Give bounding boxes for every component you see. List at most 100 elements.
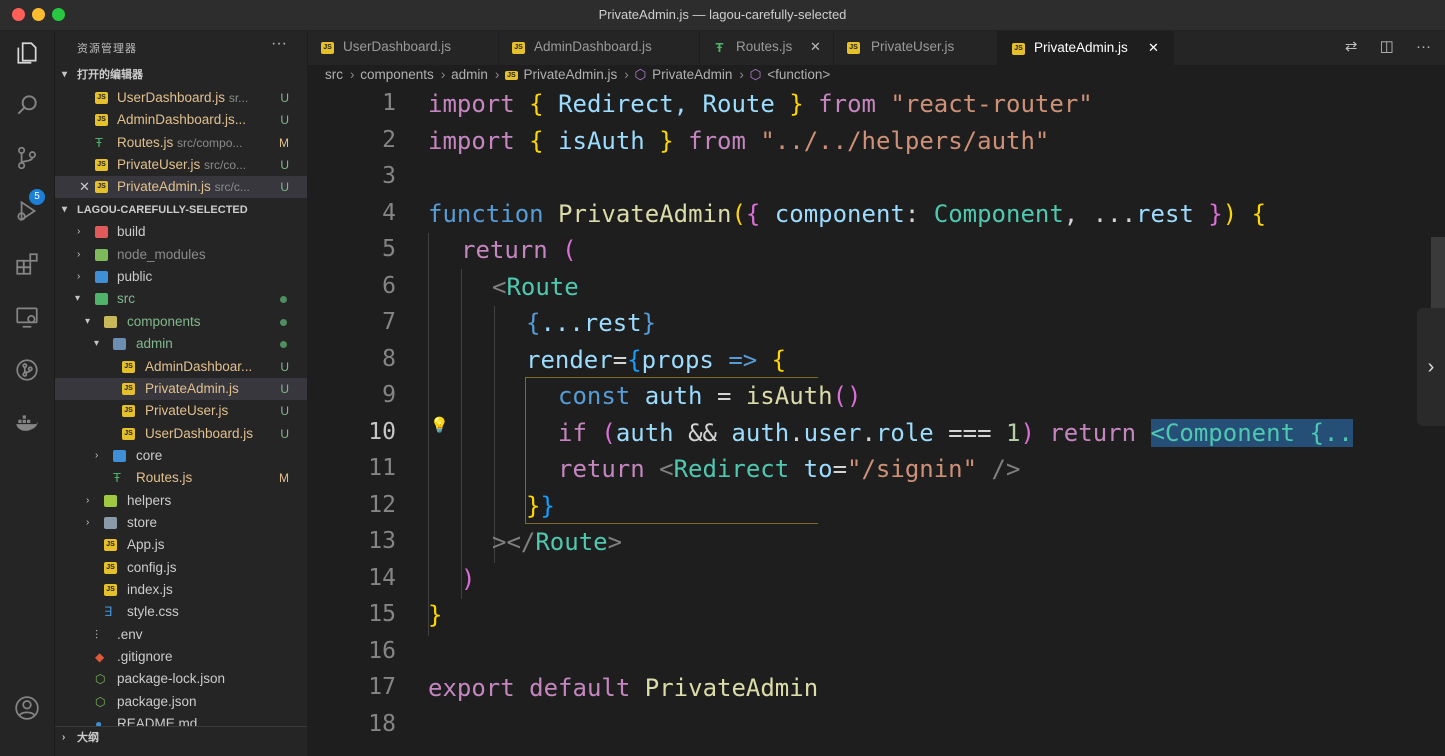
line-number: 5 bbox=[382, 236, 396, 262]
tree-folder-helpers[interactable]: › helpers bbox=[55, 490, 307, 512]
explorer-more-button[interactable]: ··· bbox=[271, 35, 287, 53]
chevron-down-icon: ▾ bbox=[62, 69, 68, 80]
run-debug-icon[interactable] bbox=[13, 197, 41, 225]
tree-folder-build[interactable]: › build bbox=[55, 221, 307, 243]
explorer-header: 资源管理器 bbox=[77, 43, 137, 55]
folder-icon bbox=[95, 293, 108, 305]
breadcrumb-item[interactable]: PrivateAdmin.js bbox=[523, 67, 617, 82]
tree-file[interactable]: JS App.js bbox=[55, 534, 307, 556]
tree-folder-components[interactable]: ▾ components bbox=[55, 311, 307, 333]
js-file-icon: JS bbox=[122, 405, 135, 417]
compare-changes-icon[interactable]: ⇄ bbox=[1345, 38, 1358, 55]
folder-icon bbox=[104, 495, 117, 507]
chevron-right-icon: › bbox=[350, 67, 355, 82]
extensions-icon[interactable] bbox=[13, 250, 41, 278]
modified-dot bbox=[280, 319, 287, 326]
line-number: 6 bbox=[382, 273, 396, 299]
close-icon[interactable]: ✕ bbox=[1148, 32, 1159, 64]
breadcrumb-item[interactable]: PrivateAdmin bbox=[652, 67, 732, 82]
tree-file[interactable]: ⬡ package.json bbox=[55, 691, 307, 713]
project-section[interactable]: ▾ LAGOU-CAREFULLY-SELECTED bbox=[55, 199, 307, 221]
open-editor-item[interactable]: JS UserDashboard.js sr... U bbox=[55, 87, 307, 109]
code-line: export default PrivateAdmin bbox=[428, 674, 819, 702]
tree-file[interactable]: ⫶ .env bbox=[55, 624, 307, 646]
tab-privateuser[interactable]: JS PrivateUser.js bbox=[834, 31, 998, 65]
breadcrumb-item[interactable]: components bbox=[360, 67, 434, 82]
js-file-icon: JS bbox=[512, 42, 525, 54]
js-file-icon: JS bbox=[122, 428, 135, 440]
tab-routes[interactable]: Ŧ Routes.js ✕ bbox=[700, 31, 834, 65]
close-icon[interactable]: ✕ bbox=[79, 176, 90, 198]
open-editor-item[interactable]: JS AdminDashboard.js... U bbox=[55, 109, 307, 131]
tree-folder-node-modules[interactable]: › node_modules bbox=[55, 244, 307, 266]
tree-folder-admin[interactable]: ▾ admin bbox=[55, 333, 307, 355]
explorer-sidebar: 资源管理器 ··· ▾ 打开的编辑器 JS UserDashboard.js s… bbox=[55, 31, 307, 756]
lightbulb-icon[interactable]: 💡 bbox=[430, 416, 449, 434]
open-editor-item[interactable]: JS PrivateUser.js src/co... U bbox=[55, 154, 307, 176]
account-icon[interactable] bbox=[13, 694, 41, 722]
js-file-icon: JS bbox=[321, 42, 334, 54]
line-number-current: 10 bbox=[368, 419, 396, 445]
chevron-right-icon[interactable]: › bbox=[1417, 308, 1445, 426]
line-number: 1 bbox=[382, 90, 396, 116]
chevron-down-icon: ▾ bbox=[75, 293, 81, 304]
modified-dot bbox=[280, 296, 287, 303]
code-line: ></Route> bbox=[492, 528, 623, 556]
code-editor[interactable]: 💡 1 2 3 4 5 6 7 8 9 10 11 12 13 14 15 16… bbox=[308, 87, 1445, 756]
folder-icon bbox=[113, 338, 126, 350]
docker-icon[interactable] bbox=[13, 409, 41, 437]
js-file-icon: JS bbox=[95, 181, 108, 193]
tab-userdashboard[interactable]: JS UserDashboard.js bbox=[308, 31, 499, 65]
js-file-icon: JS bbox=[95, 159, 108, 171]
tree-folder-store[interactable]: › store bbox=[55, 512, 307, 534]
line-number: 14 bbox=[368, 565, 396, 591]
code-line: render={props => { bbox=[526, 346, 787, 374]
remote-explorer-icon[interactable] bbox=[13, 303, 41, 331]
line-number: 16 bbox=[368, 638, 396, 664]
outline-section[interactable]: › 大纲 bbox=[55, 726, 307, 749]
breadcrumb-item[interactable]: src bbox=[325, 67, 343, 82]
explorer-icon[interactable] bbox=[13, 39, 41, 67]
tree-folder-public[interactable]: › public bbox=[55, 266, 307, 288]
tab-privateadmin[interactable]: JS PrivateAdmin.js ✕ bbox=[998, 31, 1174, 66]
chevron-right-icon: › bbox=[77, 271, 81, 282]
tree-file-active[interactable]: JS PrivateAdmin.js U bbox=[55, 378, 307, 400]
router-file-icon: Ŧ bbox=[715, 40, 724, 55]
tree-file[interactable]: JS UserDashboard.js U bbox=[55, 423, 307, 445]
tree-file[interactable]: Ŧ Routes.js M bbox=[55, 467, 307, 489]
tree-file[interactable]: JS AdminDashboar... U bbox=[55, 356, 307, 378]
open-editor-item-active[interactable]: ✕ JS PrivateAdmin.js src/c... U bbox=[55, 176, 307, 198]
chevron-right-icon: › bbox=[739, 67, 744, 82]
folder-icon bbox=[104, 316, 117, 328]
code-line: import { Redirect, Route } from "react-r… bbox=[428, 90, 1093, 118]
open-editor-item[interactable]: Ŧ Routes.js src/compo... M bbox=[55, 132, 307, 154]
breadcrumb-item[interactable]: <function> bbox=[767, 67, 830, 82]
tree-file[interactable]: ◆ .gitignore bbox=[55, 646, 307, 668]
chevron-down-icon: ▾ bbox=[94, 338, 100, 349]
tree-file[interactable]: ⬡ package-lock.json bbox=[55, 668, 307, 690]
tab-admindashboard[interactable]: JS AdminDashboard.js bbox=[499, 31, 700, 65]
line-number: 8 bbox=[382, 346, 396, 372]
tree-file[interactable]: JS PrivateUser.js U bbox=[55, 400, 307, 422]
line-number: 7 bbox=[382, 309, 396, 335]
close-icon[interactable]: ✕ bbox=[810, 31, 821, 63]
more-actions-icon[interactable]: ··· bbox=[1416, 38, 1431, 55]
code-line: import { isAuth } from "../../helpers/au… bbox=[428, 127, 1050, 155]
tree-folder-core[interactable]: › core bbox=[55, 445, 307, 467]
source-control-icon[interactable] bbox=[13, 144, 41, 172]
tree-file[interactable]: ∃ style.css bbox=[55, 601, 307, 623]
tree-file[interactable]: JS index.js bbox=[55, 579, 307, 601]
chevron-right-icon: › bbox=[494, 67, 500, 82]
breadcrumb-item[interactable]: admin bbox=[451, 67, 488, 82]
split-editor-icon[interactable]: ◫ bbox=[1380, 38, 1394, 55]
git-graph-icon[interactable] bbox=[13, 356, 41, 384]
tree-file[interactable]: JS config.js bbox=[55, 557, 307, 579]
tree-file[interactable]: ● README.md bbox=[55, 713, 307, 726]
open-editors-section[interactable]: ▾ 打开的编辑器 bbox=[55, 64, 307, 86]
search-icon[interactable] bbox=[13, 91, 41, 119]
folder-icon bbox=[95, 249, 108, 261]
line-number: 12 bbox=[368, 492, 396, 518]
folder-icon bbox=[104, 517, 117, 529]
code-line: const auth = isAuth() bbox=[558, 382, 862, 410]
tree-folder-src[interactable]: ▾ src bbox=[55, 288, 307, 310]
